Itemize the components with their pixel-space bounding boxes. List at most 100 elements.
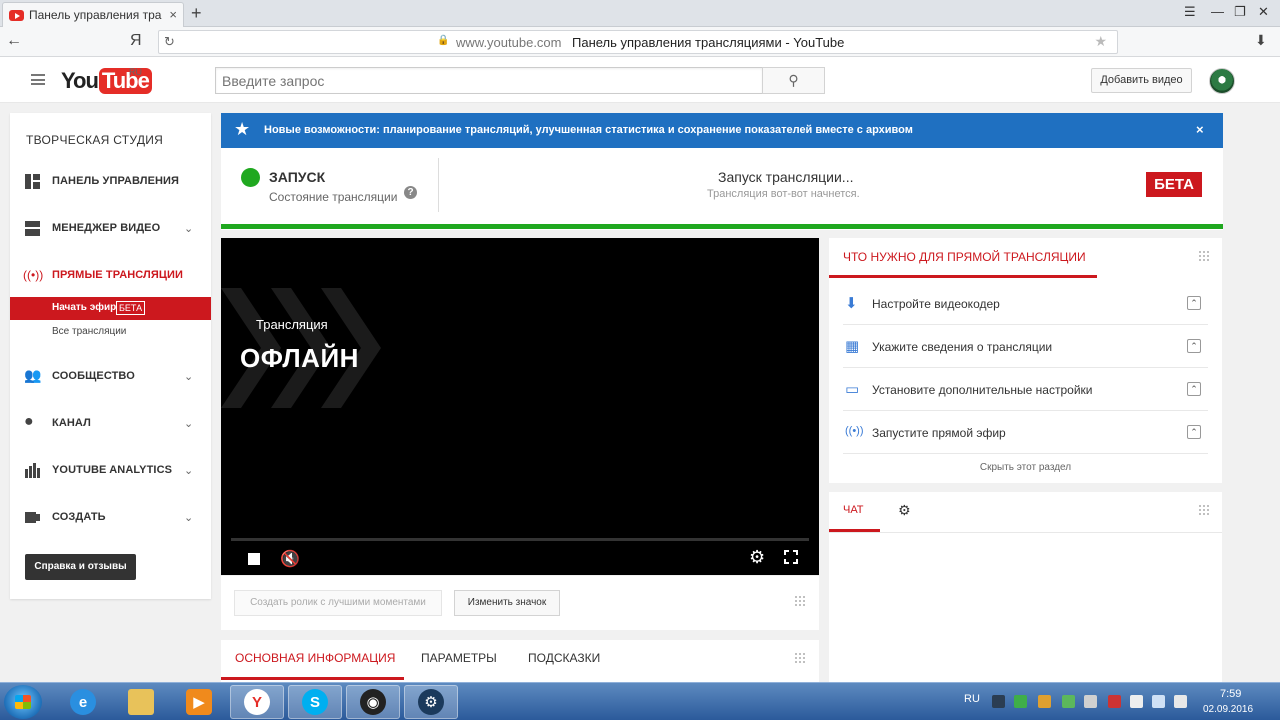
steam-icon: ⚙ [418, 689, 444, 715]
chevron-down-icon[interactable]: ⌄ [184, 222, 193, 235]
sidebar-item-community[interactable]: 👥 СООБЩЕСТВО ⌄ [10, 366, 211, 386]
drag-handle-icon[interactable] [1198, 250, 1210, 262]
close-window-icon[interactable]: ✕ [1258, 4, 1269, 20]
yandex-icon[interactable]: Я [130, 32, 142, 50]
taskbar-skype[interactable]: S [288, 685, 342, 719]
people-icon: 👥 [24, 367, 42, 383]
clock-date[interactable]: 02.09.2016 [1203, 704, 1253, 715]
sidebar-item-analytics[interactable]: YOUTUBE ANALYTICS ⌄ [10, 460, 211, 480]
checklist-item-settings[interactable]: ▭ Установите дополнительные настройки ⌃ [843, 368, 1208, 411]
tray-flag-icon[interactable] [1130, 695, 1143, 708]
sidebar-subitem-go-live[interactable]: Начать эфир БЕТА [10, 297, 211, 320]
taskbar-media[interactable]: ▶ [172, 685, 226, 719]
browser-menu-icon[interactable]: ☰ [1184, 4, 1196, 20]
youtube-header: You Tube RU ⚲ Добавить видео [0, 57, 1280, 103]
tray-volume-icon[interactable] [1174, 695, 1187, 708]
minimize-icon[interactable]: — [1211, 4, 1224, 19]
sidebar-item-create[interactable]: СОЗДАТЬ ⌄ [10, 507, 211, 527]
tray-steam-icon[interactable] [992, 695, 1005, 708]
sidebar-item-live[interactable]: ((•)) ПРЯМЫЕ ТРАНСЛЯЦИИ [10, 265, 211, 285]
sidebar-item-label: МЕНЕДЖЕР ВИДЕО [52, 222, 161, 234]
expand-icon[interactable]: ⌃ [1187, 425, 1201, 439]
subitem-label: Начать эфир [52, 302, 117, 313]
settings-gear-icon[interactable]: ⚙ [749, 547, 765, 568]
tray-app-icon[interactable] [1038, 695, 1051, 708]
taskbar-explorer[interactable] [114, 685, 168, 719]
create-highlights-button[interactable]: Создать ролик с лучшими моментами [234, 590, 442, 616]
mute-icon[interactable]: 🔇 [280, 549, 300, 569]
clock-time[interactable]: 7:59 [1220, 688, 1241, 700]
taskbar-yandex[interactable]: Y [230, 685, 284, 719]
help-feedback-button[interactable]: Справка и отзывы [25, 554, 136, 580]
change-thumbnail-button[interactable]: Изменить значок [454, 590, 560, 616]
tray-shield-icon[interactable] [1062, 695, 1075, 708]
drag-handle-icon[interactable] [1198, 504, 1210, 516]
download-icon[interactable]: ⬇ [1255, 32, 1267, 49]
video-player[interactable]: Трансляция ОФЛАЙН 🔇 ⚙ [221, 238, 819, 575]
drag-handle-icon[interactable] [794, 595, 806, 607]
keyboard-language[interactable]: RU [964, 693, 980, 705]
search-input[interactable] [215, 67, 763, 94]
sidebar-item-dashboard[interactable]: ПАНЕЛЬ УПРАВЛЕНИЯ [10, 171, 211, 191]
divider [829, 532, 1222, 533]
taskbar-obs[interactable]: ◉ [346, 685, 400, 719]
expand-icon[interactable]: ⌃ [1187, 382, 1201, 396]
taskbar-ie[interactable]: e [56, 685, 110, 719]
internet-explorer-icon: e [70, 689, 96, 715]
yandex-browser-icon: Y [244, 689, 270, 715]
fullscreen-icon[interactable] [784, 550, 798, 564]
chevron-down-icon[interactable]: ⌄ [184, 511, 193, 524]
checklist-item-label: Настройте видеокодер [872, 297, 1000, 311]
windows-taskbar: e ▶ Y S ◉ ⚙ RU 7:59 02.09.2016 [0, 682, 1280, 720]
tab-close-icon[interactable]: × [169, 7, 177, 22]
checklist-item-info[interactable]: ▦ Укажите сведения о трансляции ⌃ [843, 325, 1208, 368]
sidebar-item-label: ПАНЕЛЬ УПРАВЛЕНИЯ [52, 175, 180, 187]
bookmark-star-icon[interactable]: ★ [1094, 33, 1107, 50]
sidebar-item-video-manager[interactable]: МЕНЕДЖЕР ВИДЕО ⌄ [10, 218, 211, 238]
restore-icon[interactable]: ❐ [1234, 4, 1246, 20]
expand-icon[interactable]: ⌃ [1187, 339, 1201, 353]
chevron-down-icon[interactable]: ⌄ [184, 370, 193, 383]
tray-security-icon[interactable] [1108, 695, 1121, 708]
hide-section-link[interactable]: Скрыть этот раздел [829, 462, 1222, 473]
divider [438, 158, 439, 212]
checklist-item-go-live[interactable]: ((•)) Запустите прямой эфир ⌃ [843, 411, 1208, 454]
user-circle-icon: ● [24, 413, 34, 430]
expand-icon[interactable]: ⌃ [1187, 296, 1201, 310]
drag-handle-icon[interactable] [794, 652, 806, 664]
notice-close-icon[interactable]: × [1196, 122, 1204, 137]
tab-parameters[interactable]: ПАРАМЕТРЫ [421, 651, 497, 665]
stream-progress-bar [221, 224, 1223, 229]
guide-menu-icon[interactable] [31, 74, 45, 85]
seek-bar[interactable] [231, 538, 809, 541]
chevron-down-icon[interactable]: ⌄ [184, 417, 193, 430]
sidebar-subitem-all-streams[interactable]: Все трансляции [52, 326, 126, 337]
tray-check-icon[interactable] [1014, 695, 1027, 708]
avatar[interactable] [1209, 68, 1235, 94]
tab-basic-info[interactable]: ОСНОВНАЯ ИНФОРМАЦИЯ [235, 651, 395, 665]
beta-badge: БЕТА [1146, 172, 1202, 197]
status-indicator-icon [241, 168, 260, 187]
back-arrow-icon[interactable]: ← [6, 32, 22, 50]
start-button[interactable] [4, 685, 42, 719]
stop-icon[interactable] [248, 553, 260, 565]
launch-title: Запуск трансляции... [718, 169, 854, 185]
chevron-down-icon[interactable]: ⌄ [184, 464, 193, 477]
tray-network-icon[interactable] [1152, 695, 1165, 708]
sidebar-item-channel[interactable]: ● КАНАЛ ⌄ [10, 413, 211, 433]
chat-settings-gear-icon[interactable]: ⚙ [898, 502, 911, 519]
search-button[interactable]: ⚲ [762, 67, 825, 94]
sidebar-item-label: ПРЯМЫЕ ТРАНСЛЯЦИИ [52, 269, 184, 281]
reload-icon[interactable]: ↻ [164, 34, 175, 50]
url-field[interactable]: ↻ 🔒 www.youtube.com Панель управления тр… [158, 30, 1118, 54]
new-tab-button[interactable]: + [191, 3, 202, 24]
tray-speaker-icon[interactable] [1084, 695, 1097, 708]
checklist-item-encoder[interactable]: ⬇ Настройте видеокодер ⌃ [843, 282, 1208, 325]
help-icon[interactable]: ? [404, 186, 417, 199]
dashboard-icon [25, 173, 40, 189]
add-video-button[interactable]: Добавить видео [1091, 68, 1192, 93]
tab-chat[interactable]: ЧАТ [843, 504, 864, 516]
taskbar-steam[interactable]: ⚙ [404, 685, 458, 719]
tab-hints[interactable]: ПОДСКАЗКИ [528, 651, 600, 665]
browser-tab[interactable]: Панель управления тра × [2, 2, 184, 27]
